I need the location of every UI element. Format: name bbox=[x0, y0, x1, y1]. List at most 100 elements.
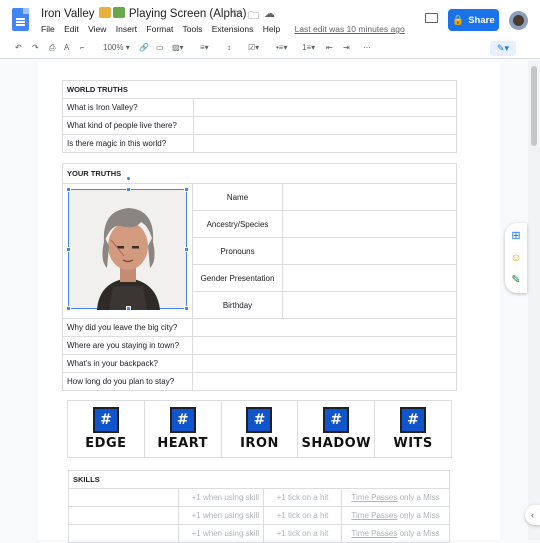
skill-time-text: only a Miss bbox=[399, 511, 440, 520]
skills-table: SKILLS +1 when using skill +1 tick on a … bbox=[68, 470, 450, 543]
bulleted-list-icon[interactable]: •≡▾ bbox=[276, 43, 287, 52]
field-value-pronouns[interactable] bbox=[282, 237, 457, 265]
align-icon[interactable]: ≡▾ bbox=[200, 43, 209, 52]
insert-image-icon[interactable]: ▨▾ bbox=[172, 43, 184, 52]
menu-extensions[interactable]: Extensions bbox=[212, 24, 254, 34]
truth-answer[interactable] bbox=[192, 354, 457, 373]
stat-value-box[interactable]: # bbox=[400, 407, 427, 433]
zoom-select[interactable]: 100% ▾ bbox=[103, 43, 130, 52]
truth-answer[interactable] bbox=[192, 336, 457, 355]
chevron-left-icon[interactable]: ‹ bbox=[525, 505, 540, 525]
skills-title: SKILLS bbox=[68, 470, 450, 489]
truth-answer[interactable] bbox=[192, 372, 457, 391]
undo-icon[interactable]: ↶ bbox=[15, 43, 22, 52]
doc-title[interactable]: Iron Valley Playing Screen (Alpha) bbox=[41, 7, 247, 20]
resize-handle[interactable] bbox=[126, 306, 131, 311]
cloud-icon[interactable]: ☁ bbox=[264, 7, 275, 20]
field-label-pronouns: Pronouns bbox=[192, 237, 283, 265]
redo-icon[interactable]: ↷ bbox=[32, 43, 39, 52]
more-options-icon[interactable]: ⋯ bbox=[363, 43, 371, 52]
stat-label: HEART bbox=[157, 436, 208, 451]
menu-format[interactable]: Format bbox=[146, 24, 173, 34]
skill-name-cell[interactable] bbox=[68, 506, 179, 525]
field-value-birthday[interactable] bbox=[282, 291, 457, 319]
resize-handle[interactable] bbox=[66, 306, 71, 311]
doc-title-text[interactable]: Iron Valley bbox=[41, 8, 94, 20]
last-edit-link[interactable]: Last edit was 10 minutes ago bbox=[295, 24, 405, 34]
skill-bonus-cell: +1 when using skill bbox=[178, 488, 264, 507]
field-value-gender[interactable] bbox=[282, 264, 457, 292]
field-value-name[interactable] bbox=[282, 183, 457, 211]
your-truths-title: YOUR TRUTHS bbox=[62, 163, 457, 184]
stat-shadow: # SHADOW bbox=[298, 401, 376, 457]
resize-handle[interactable] bbox=[184, 306, 189, 311]
docs-logo-icon[interactable] bbox=[12, 8, 29, 31]
menu-edit[interactable]: Edit bbox=[64, 24, 79, 34]
checklist-icon[interactable]: ☑▾ bbox=[248, 43, 259, 52]
spellcheck-icon[interactable]: A bbox=[64, 43, 69, 52]
rotate-handle[interactable] bbox=[126, 176, 131, 181]
stat-wits: # WITS bbox=[375, 401, 451, 457]
stat-edge: # EDGE bbox=[68, 401, 145, 457]
stat-label: SHADOW bbox=[301, 436, 372, 451]
resize-handle[interactable] bbox=[66, 187, 71, 192]
emoji-reaction-icon[interactable]: ☺ bbox=[510, 252, 522, 264]
stat-heart: # HEART bbox=[145, 401, 222, 457]
resize-handle[interactable] bbox=[184, 247, 189, 252]
skill-tick-cell: +1 tick on a hit bbox=[263, 488, 342, 507]
menu-help[interactable]: Help bbox=[263, 24, 280, 34]
stat-value-box[interactable]: # bbox=[169, 407, 196, 433]
share-label: Share bbox=[468, 14, 495, 26]
increase-indent-icon[interactable]: ⇥ bbox=[343, 43, 350, 52]
numbered-list-icon[interactable]: 1≡▾ bbox=[302, 43, 315, 52]
line-spacing-icon[interactable]: ↕ bbox=[227, 43, 231, 52]
menu-tools[interactable]: Tools bbox=[183, 24, 203, 34]
skill-name-cell[interactable] bbox=[68, 488, 179, 507]
time-passes-link[interactable]: Time Passes bbox=[351, 529, 397, 538]
skill-time-text: only a Miss bbox=[399, 493, 440, 502]
add-comment-icon[interactable]: ⊞ bbox=[510, 230, 522, 242]
print-icon[interactable]: ⎙ bbox=[49, 43, 55, 53]
stat-value-box[interactable]: # bbox=[246, 407, 273, 433]
link-icon[interactable]: 🔗 bbox=[139, 43, 149, 52]
skill-tick-cell: +1 tick on a hit bbox=[263, 506, 342, 525]
world-truth-answer[interactable] bbox=[193, 116, 457, 135]
picture-emoji-icon bbox=[112, 7, 125, 18]
person-emoji-icon bbox=[98, 7, 111, 18]
truth-question: What's in your backpack? bbox=[62, 354, 193, 373]
editing-mode-pen-icon[interactable]: ✎▾ bbox=[490, 41, 516, 56]
resize-handle[interactable] bbox=[126, 187, 131, 192]
world-truth-question: What is Iron Valley? bbox=[62, 98, 194, 117]
menu-file[interactable]: File bbox=[41, 24, 55, 34]
truth-answer[interactable] bbox=[192, 318, 457, 337]
field-label-gender: Gender Presentation bbox=[192, 264, 283, 292]
resize-handle[interactable] bbox=[66, 247, 71, 252]
time-passes-link[interactable]: Time Passes bbox=[351, 493, 397, 502]
skill-time-cell: Time Passes only a Miss bbox=[341, 488, 450, 507]
menu-insert[interactable]: Insert bbox=[116, 24, 137, 34]
world-truth-answer[interactable] bbox=[193, 98, 457, 117]
field-value-ancestry[interactable] bbox=[282, 210, 457, 238]
world-truths-table: WORLD TRUTHS What is Iron Valley? What k… bbox=[62, 80, 457, 153]
menu-view[interactable]: View bbox=[88, 24, 106, 34]
time-passes-link[interactable]: Time Passes bbox=[351, 511, 397, 520]
avatar[interactable] bbox=[509, 11, 528, 30]
character-portrait-image[interactable] bbox=[66, 176, 189, 311]
share-button[interactable]: 🔒 Share bbox=[448, 9, 499, 31]
scrollbar-thumb[interactable] bbox=[531, 66, 537, 146]
stat-value-box[interactable]: # bbox=[92, 407, 119, 433]
field-label-birthday: Birthday bbox=[192, 291, 283, 319]
comment-history-icon[interactable] bbox=[425, 13, 438, 23]
suggest-edits-icon[interactable]: ✎ bbox=[510, 274, 522, 286]
world-truth-question: What kind of people live there? bbox=[62, 116, 194, 135]
decrease-indent-icon[interactable]: ⇤ bbox=[326, 43, 333, 52]
world-truth-answer[interactable] bbox=[193, 134, 457, 153]
doc-title-suffix[interactable]: Playing Screen (Alpha) bbox=[129, 8, 247, 20]
star-icon[interactable]: ☆ bbox=[231, 7, 241, 20]
stat-value-box[interactable]: # bbox=[323, 407, 350, 433]
truth-question: Where are you staying in town? bbox=[62, 336, 193, 355]
resize-handle[interactable] bbox=[184, 187, 189, 192]
add-comment-icon[interactable]: ▭ bbox=[156, 43, 164, 52]
paint-format-icon[interactable]: ⌐ bbox=[80, 43, 85, 52]
stat-label: IRON bbox=[240, 436, 279, 451]
